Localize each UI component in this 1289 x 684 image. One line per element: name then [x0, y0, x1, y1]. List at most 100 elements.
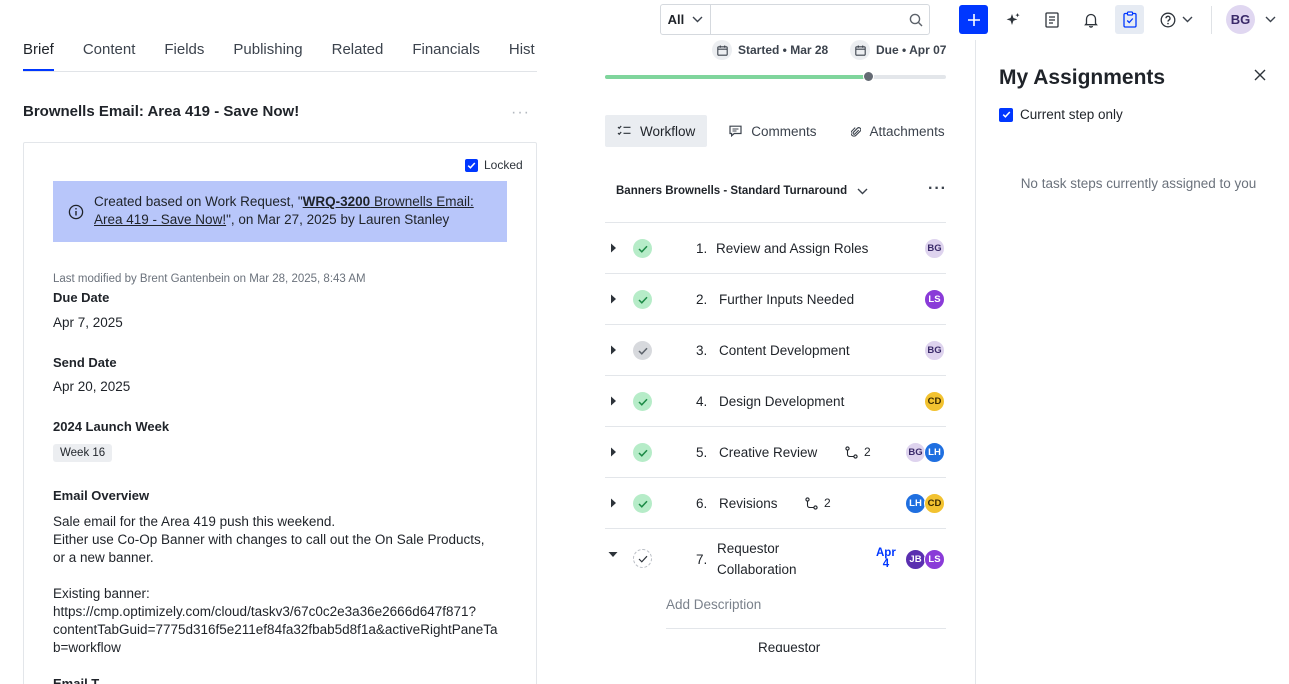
caret-right-icon[interactable] — [610, 243, 617, 253]
more-options-button[interactable]: ··· — [511, 104, 530, 122]
avatar[interactable]: BG — [905, 442, 926, 463]
caret-right-icon[interactable] — [610, 447, 617, 457]
avatar[interactable]: JB — [905, 549, 926, 570]
search-icon[interactable] — [903, 5, 929, 34]
search-input[interactable] — [710, 5, 903, 34]
add-description-button[interactable]: Add Description — [666, 597, 761, 612]
subtask-count[interactable]: 2 — [805, 496, 831, 510]
workflow-step-4[interactable]: 4. Design Development CD — [605, 375, 946, 426]
avatar[interactable]: CD — [924, 391, 945, 412]
tab-attachments-label: Attachments — [869, 123, 945, 139]
tab-fields[interactable]: Fields — [164, 40, 204, 71]
tab-comments[interactable]: Comments — [717, 115, 828, 147]
requests-button[interactable] — [1037, 5, 1066, 34]
bell-icon — [1083, 13, 1098, 28]
step-complete-icon[interactable] — [633, 239, 652, 258]
tab-workflow[interactable]: Workflow — [605, 115, 708, 147]
caret-right-icon[interactable] — [610, 396, 617, 406]
caret-right-icon[interactable] — [610, 498, 617, 508]
subtask-count-value: 2 — [824, 496, 831, 510]
subtask-icon — [805, 496, 818, 510]
workflow-name: Banners Brownells - Standard Turnaround — [616, 185, 848, 197]
my-assignments-panel: My Assignments Current step only No task… — [975, 40, 1289, 684]
page-title: Brownells Email: Area 419 - Save Now! — [23, 103, 300, 120]
email-type-label: Email T — [53, 676, 100, 684]
step-complete-icon[interactable] — [633, 494, 652, 513]
workflow-step-3[interactable]: 3. Content Development BG — [605, 324, 946, 375]
step-due-day: 4 — [882, 558, 890, 570]
step-number: 2. — [696, 292, 708, 307]
ai-assistant-button[interactable] — [998, 5, 1027, 34]
avatar[interactable]: BG — [924, 238, 945, 259]
help-menu[interactable] — [1160, 12, 1193, 28]
tab-brief[interactable]: Brief — [23, 40, 54, 71]
workflow-more-button[interactable]: ··· — [928, 180, 947, 198]
avatar[interactable]: CD — [924, 493, 945, 514]
detail-tabs: Brief Content Fields Publishing Related … — [23, 40, 537, 72]
caret-down-icon[interactable] — [608, 551, 618, 558]
user-menu[interactable]: BG — [1226, 5, 1276, 34]
email-overview-label: Email Overview — [53, 488, 150, 503]
step-complete-icon[interactable] — [633, 290, 652, 309]
notifications-button[interactable] — [1076, 5, 1105, 34]
caret-right-icon[interactable] — [610, 294, 617, 304]
tab-history[interactable]: Hist — [509, 40, 535, 71]
launch-week-label: 2024 Launch Week — [53, 419, 170, 434]
email-overview-value: Sale email for the Area 419 push this we… — [53, 513, 513, 657]
progress-fill — [605, 75, 868, 79]
sparkle-icon — [1006, 12, 1020, 25]
tab-financials[interactable]: Financials — [412, 40, 480, 71]
global-search: All — [660, 4, 930, 35]
banner-suffix: ", on Mar 27, 2025 by Lauren Stanley — [226, 212, 450, 227]
current-step-only-label: Current step only — [1020, 107, 1123, 122]
close-icon[interactable] — [1254, 69, 1266, 81]
avatar[interactable]: LH — [924, 442, 945, 463]
step-number: 4. — [696, 394, 708, 409]
workflow-step-6[interactable]: 6. Revisions 2 LH CD — [605, 477, 946, 528]
current-step-only-checkbox[interactable]: Current step only — [999, 107, 1123, 122]
search-scope-select[interactable]: All — [661, 5, 711, 34]
tab-related[interactable]: Related — [332, 40, 384, 71]
step-number: 5. — [696, 445, 708, 460]
tab-content[interactable]: Content — [83, 40, 136, 71]
step-complete-icon[interactable] — [633, 392, 652, 411]
scroll-fade — [600, 652, 960, 684]
locked-checkbox[interactable]: Locked — [465, 158, 523, 172]
tab-publishing[interactable]: Publishing — [233, 40, 302, 71]
workflow-step-2[interactable]: 2. Further Inputs Needed LS — [605, 273, 946, 324]
step-open-icon[interactable] — [633, 549, 652, 568]
chevron-down-icon — [1182, 16, 1193, 23]
last-modified: Last modified by Brent Gantenbein on Mar… — [53, 273, 366, 285]
caret-right-icon[interactable] — [610, 345, 617, 355]
workflow-select[interactable]: Banners Brownells - Standard Turnaround — [616, 185, 868, 197]
subtask-count[interactable]: 2 — [845, 445, 871, 459]
subtask-icon — [845, 445, 858, 459]
divider — [666, 628, 946, 629]
step-name: Review and Assign Roles — [716, 241, 869, 256]
top-bar: All BG — [0, 0, 1289, 40]
step-skipped-icon[interactable] — [633, 341, 652, 360]
workflow-tabs: Workflow Comments Attachments — [605, 115, 957, 147]
workflow-step-7[interactable]: 7. Requestor Collaboration Apr 4 JB LS — [605, 528, 946, 592]
avatar[interactable]: LS — [924, 549, 945, 570]
step-name: Creative Review — [719, 445, 818, 460]
clipboard-check-icon — [1122, 11, 1137, 28]
tab-workflow-label: Workflow — [640, 123, 696, 139]
comment-icon — [729, 125, 742, 137]
tab-attachments[interactable]: Attachments — [839, 115, 957, 147]
document-icon — [1044, 11, 1059, 28]
divider — [1211, 5, 1212, 34]
workflow-step-5[interactable]: 5. Creative Review 2 BG LH — [605, 426, 946, 477]
my-assignments-button[interactable] — [1115, 5, 1144, 34]
workflow-step-1[interactable]: 1. Review and Assign Roles BG — [605, 222, 946, 273]
avatar[interactable]: BG — [924, 340, 945, 361]
step-complete-icon[interactable] — [633, 443, 652, 462]
avatar[interactable]: LH — [905, 493, 926, 514]
create-button[interactable] — [959, 5, 988, 34]
calendar-icon — [850, 40, 870, 60]
step-number: 1. — [696, 241, 708, 256]
started-date: Started • Mar 28 — [712, 40, 828, 60]
avatar[interactable]: LS — [924, 289, 945, 310]
due-date-label: Due Date — [53, 290, 110, 305]
info-icon — [68, 204, 84, 220]
